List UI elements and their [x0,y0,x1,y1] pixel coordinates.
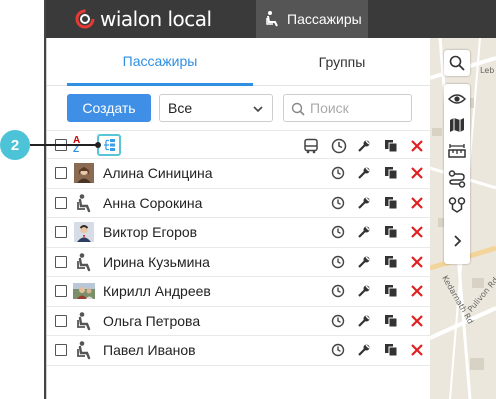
tab-groups[interactable]: Группы [253,38,431,86]
copy-icon[interactable] [384,314,398,328]
passenger-icon [77,193,91,212]
copy-icon[interactable] [384,196,398,210]
copy-icon[interactable] [384,225,398,239]
ruler-icon[interactable] [448,142,466,160]
map-label: Leb [480,66,495,75]
tree-icon [104,139,115,151]
logo-text: wialon local [100,7,212,31]
passenger-name: Павел Иванов [103,342,196,359]
wrench-icon[interactable] [357,139,371,153]
clock-icon[interactable] [331,284,345,298]
top-tab-label: Пассажиры [287,11,362,27]
search-icon [291,102,305,116]
table-row[interactable]: Анна Сорокина [47,189,431,218]
table-row[interactable]: Алина Синицина [47,159,431,189]
clock-icon[interactable] [331,166,345,180]
passenger-icon [77,252,91,271]
table-row[interactable]: Виктор Егоров [47,218,431,248]
search-input[interactable]: Поиск [283,94,412,122]
clock-icon[interactable] [331,255,345,269]
wialon-logo[interactable]: wialon local [74,7,212,31]
top-bar: wialon local Пассажиры [46,0,496,38]
row-checkbox[interactable] [55,255,67,268]
copy-icon[interactable] [384,343,398,357]
wrench-icon[interactable] [357,225,371,239]
clock-icon[interactable] [331,343,345,357]
geofence-icon[interactable] [448,196,466,214]
clock-icon[interactable] [331,138,347,154]
callout-line [30,144,98,146]
logo-icon [75,9,95,29]
clock-icon[interactable] [331,196,345,210]
tab-bar: Пассажиры Группы [47,38,431,86]
map-tools-box [444,84,470,264]
wrench-icon[interactable] [357,166,371,180]
copy-icon[interactable] [384,255,398,269]
wrench-icon[interactable] [357,284,371,298]
passenger-name: Ольга Петрова [103,312,201,329]
row-checkbox[interactable] [55,226,67,239]
table-row[interactable]: Ольга Петрова [47,307,431,336]
callout-badge: 2 [0,130,30,160]
passenger-icon [266,11,278,27]
chevron-right-icon[interactable] [448,232,466,250]
delete-icon[interactable] [410,284,424,298]
bus-icon[interactable] [303,138,319,154]
map-icon[interactable] [448,116,466,134]
copy-icon[interactable] [384,139,398,153]
row-checkbox[interactable] [55,314,67,327]
toolbar: Создать Все Поиск [67,94,417,122]
delete-icon[interactable] [410,166,424,180]
wrench-icon[interactable] [357,314,371,328]
filter-select[interactable]: Все [159,94,273,122]
map-search-box [444,50,470,76]
filter-value: Все [168,100,193,116]
passenger-icon [77,311,91,330]
wrench-icon[interactable] [357,196,371,210]
row-checkbox[interactable] [55,344,67,357]
table-row[interactable]: Павел Иванов [47,336,431,366]
table-row[interactable]: Ирина Кузьмина [47,248,431,277]
delete-icon[interactable] [410,255,424,269]
clock-icon[interactable] [331,314,345,328]
passenger-name: Виктор Егоров [103,224,198,241]
wrench-icon[interactable] [357,255,371,269]
chevron-down-icon [253,106,263,113]
passenger-list: A Z Алина Синицина Анна Сорокина Виктор … [47,130,431,366]
row-checkbox[interactable] [55,196,67,209]
wrench-icon[interactable] [357,343,371,357]
table-row[interactable]: Кирилл Андреев [47,277,431,307]
tab-passengers-top[interactable]: Пассажиры [256,0,368,38]
row-checkbox[interactable] [55,285,67,298]
delete-icon[interactable] [410,314,424,328]
copy-icon[interactable] [384,166,398,180]
row-checkbox[interactable] [55,167,67,180]
passenger-name: Анна Сорокина [103,194,203,211]
clock-icon[interactable] [331,225,345,239]
delete-icon[interactable] [410,225,424,239]
eye-icon[interactable] [448,90,466,108]
delete-icon[interactable] [410,343,424,357]
passenger-icon [77,341,91,360]
search-icon[interactable] [448,54,466,72]
passengers-panel: Пассажиры Группы Создать Все Поиск A Z А… [46,38,431,399]
delete-icon[interactable] [410,196,424,210]
passenger-name: Алина Синицина [103,165,213,182]
avatar [73,283,95,300]
copy-icon[interactable] [384,284,398,298]
create-button[interactable]: Создать [67,94,151,122]
sort-z: Z [73,144,80,155]
callout-dot [95,142,101,148]
passenger-name: Кирилл Андреев [103,283,211,300]
list-header: A Z [47,130,431,159]
route-icon[interactable] [448,170,466,188]
delete-icon[interactable] [410,139,424,153]
avatar [74,222,94,243]
passenger-name: Ирина Кузьмина [103,253,210,270]
tab-passengers[interactable]: Пассажиры [67,38,253,86]
search-placeholder: Поиск [310,100,349,116]
avatar [74,163,94,184]
